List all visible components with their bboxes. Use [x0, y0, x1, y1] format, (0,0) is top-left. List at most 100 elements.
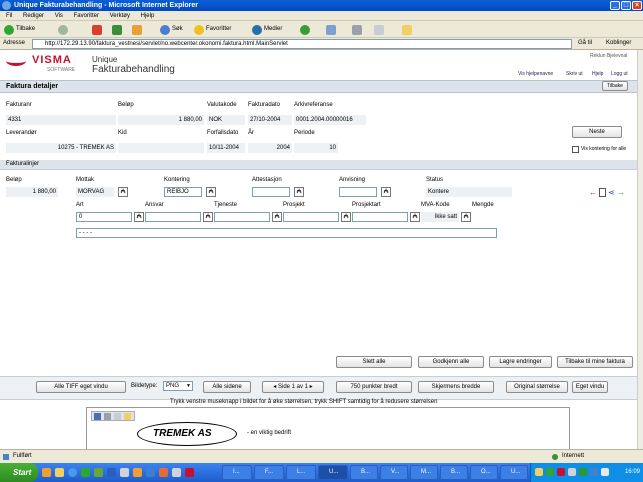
maximize-button[interactable]: □ [621, 1, 631, 10]
refresh-button[interactable] [112, 24, 122, 35]
go-button[interactable]: Gå til [578, 40, 592, 46]
original-size-button[interactable]: Original størrelse [506, 381, 568, 393]
menu-edit[interactable]: Rediger [23, 13, 44, 19]
speaker-icon[interactable] [601, 468, 609, 476]
edit-button[interactable] [374, 24, 384, 35]
quicklaunch-app5-icon[interactable] [172, 468, 181, 477]
delete-line-icon[interactable]: ← [589, 189, 598, 197]
comment-input[interactable]: - - - - [76, 228, 497, 238]
show-kontering-checkbox[interactable] [572, 146, 579, 153]
quicklaunch-word-icon[interactable] [107, 468, 116, 477]
tray-icon-2[interactable] [546, 468, 554, 476]
quicklaunch-app6-icon[interactable] [185, 468, 194, 477]
quicklaunch-app2-icon[interactable] [133, 468, 142, 477]
search-button[interactable]: Søk [160, 24, 183, 35]
quicklaunch-ie-icon[interactable] [68, 468, 77, 477]
art-input[interactable]: 0 [76, 212, 132, 222]
back-button[interactable]: Tilbake [4, 24, 35, 35]
minimize-button[interactable]: _ [610, 1, 620, 10]
kontering-input[interactable]: REIBJO [164, 187, 202, 197]
taskbar-item-8[interactable]: B... [440, 465, 468, 480]
tray-icon-6[interactable] [590, 468, 598, 476]
mottak-lookup-icon[interactable]: ₼ [118, 187, 128, 197]
image-type-select[interactable]: PNG ▼ [163, 381, 193, 391]
mail-button[interactable] [326, 24, 336, 35]
tray-icon-1[interactable] [535, 468, 543, 476]
print-button[interactable] [352, 24, 362, 35]
messenger-button[interactable] [402, 24, 412, 35]
tray-icon-5[interactable] [579, 468, 587, 476]
taskbar-item-7[interactable]: M... [410, 465, 438, 480]
link-logout[interactable]: Logg ut [611, 71, 628, 77]
start-button[interactable]: Start [0, 463, 38, 482]
page-navigator[interactable]: ◂ Side 1 av 1 ▸ [262, 381, 324, 393]
back-link-button[interactable]: Tilbake [602, 81, 628, 91]
taskbar-item-4-active[interactable]: U... [318, 465, 348, 480]
split-line-icon[interactable]: ⋖ [608, 189, 617, 197]
prosjektart-input[interactable] [352, 212, 408, 222]
menu-favorites[interactable]: Favoritter [74, 13, 99, 19]
prosjekt-lookup-icon[interactable]: ₼ [341, 212, 351, 222]
all-pages-button[interactable]: Alle sidene [203, 381, 251, 393]
link-help-names[interactable]: Vis hjelpenavne [518, 71, 553, 77]
vertical-scrollbar[interactable] [637, 50, 643, 449]
tjeneste-input[interactable] [214, 212, 270, 222]
quicklaunch-excel-icon[interactable] [81, 468, 90, 477]
forward-button[interactable] [58, 24, 68, 35]
width-750-button[interactable]: 750 punkter bredt [336, 381, 412, 393]
quicklaunch-folder-icon[interactable] [55, 468, 64, 477]
save-icon[interactable] [94, 413, 101, 420]
tray-icon-4[interactable] [568, 468, 576, 476]
taskbar-item-2[interactable]: F... [254, 465, 284, 480]
menu-tools[interactable]: Verktøy [110, 13, 130, 19]
delete-all-button[interactable]: Slett alle [336, 356, 412, 368]
anvisning-input[interactable] [339, 187, 377, 197]
next-button[interactable]: Neste [572, 126, 622, 138]
next-page-icon[interactable]: ▸ [308, 384, 313, 390]
home-button[interactable] [132, 24, 142, 35]
menu-file[interactable]: Fil [6, 13, 12, 19]
open-icon[interactable] [124, 413, 131, 420]
ansvar-lookup-icon[interactable]: ₼ [203, 212, 213, 222]
taskbar-item-9[interactable]: O... [470, 465, 498, 480]
art-lookup-icon[interactable]: ₼ [134, 212, 144, 222]
menu-view[interactable]: Vis [55, 13, 63, 19]
favorites-button[interactable]: Favoritter [194, 24, 231, 35]
prosjekt-input[interactable] [283, 212, 339, 222]
add-line-icon[interactable]: → [617, 189, 626, 197]
taskbar-item-6[interactable]: V... [380, 465, 408, 480]
media-button[interactable]: Medier [252, 24, 282, 35]
prosjektart-lookup-icon[interactable]: ₼ [410, 212, 420, 222]
back-to-my-invoices-button[interactable]: Tilbake til mine faktura [557, 356, 633, 368]
mva-kode-lookup-icon[interactable]: ₼ [461, 212, 471, 222]
screen-width-button[interactable]: Skjermens bredde [418, 381, 494, 393]
document-icon[interactable] [599, 188, 606, 197]
quicklaunch-desktop-icon[interactable] [120, 468, 129, 477]
print-icon[interactable] [104, 413, 111, 420]
save-changes-button[interactable]: Lagre endringer [489, 356, 552, 368]
own-window-button[interactable]: Eget vindu [572, 381, 608, 393]
document-preview[interactable]: TREMEK AS - en viktig bedrift [86, 407, 570, 449]
taskbar-item-3[interactable]: L... [286, 465, 316, 480]
kontering-lookup-icon[interactable]: ₼ [206, 187, 216, 197]
links-button[interactable]: Koblinger [606, 40, 631, 46]
attestasjon-lookup-icon[interactable]: ₼ [294, 187, 304, 197]
ansvar-input[interactable] [145, 212, 201, 222]
taskbar-item-10[interactable]: U... [500, 465, 528, 480]
quicklaunch-icon[interactable] [42, 468, 51, 477]
menu-help[interactable]: Hjelp [141, 13, 155, 19]
stop-button[interactable] [92, 24, 102, 35]
tray-icon-3[interactable] [557, 468, 565, 476]
link-help[interactable]: Hjelp [592, 71, 603, 77]
anvisning-lookup-icon[interactable]: ₼ [381, 187, 391, 197]
taskbar-item-5[interactable]: B... [350, 465, 378, 480]
quicklaunch-app-icon[interactable] [94, 468, 103, 477]
tjeneste-lookup-icon[interactable]: ₼ [272, 212, 282, 222]
close-button[interactable]: × [632, 1, 642, 10]
approve-all-button[interactable]: Godkjenn alle [418, 356, 484, 368]
history-button[interactable] [300, 24, 310, 35]
link-print[interactable]: Skriv ut [566, 71, 583, 77]
email-icon[interactable] [114, 413, 121, 420]
attestasjon-input[interactable] [252, 187, 290, 197]
taskbar-item-1[interactable]: I... [222, 465, 252, 480]
